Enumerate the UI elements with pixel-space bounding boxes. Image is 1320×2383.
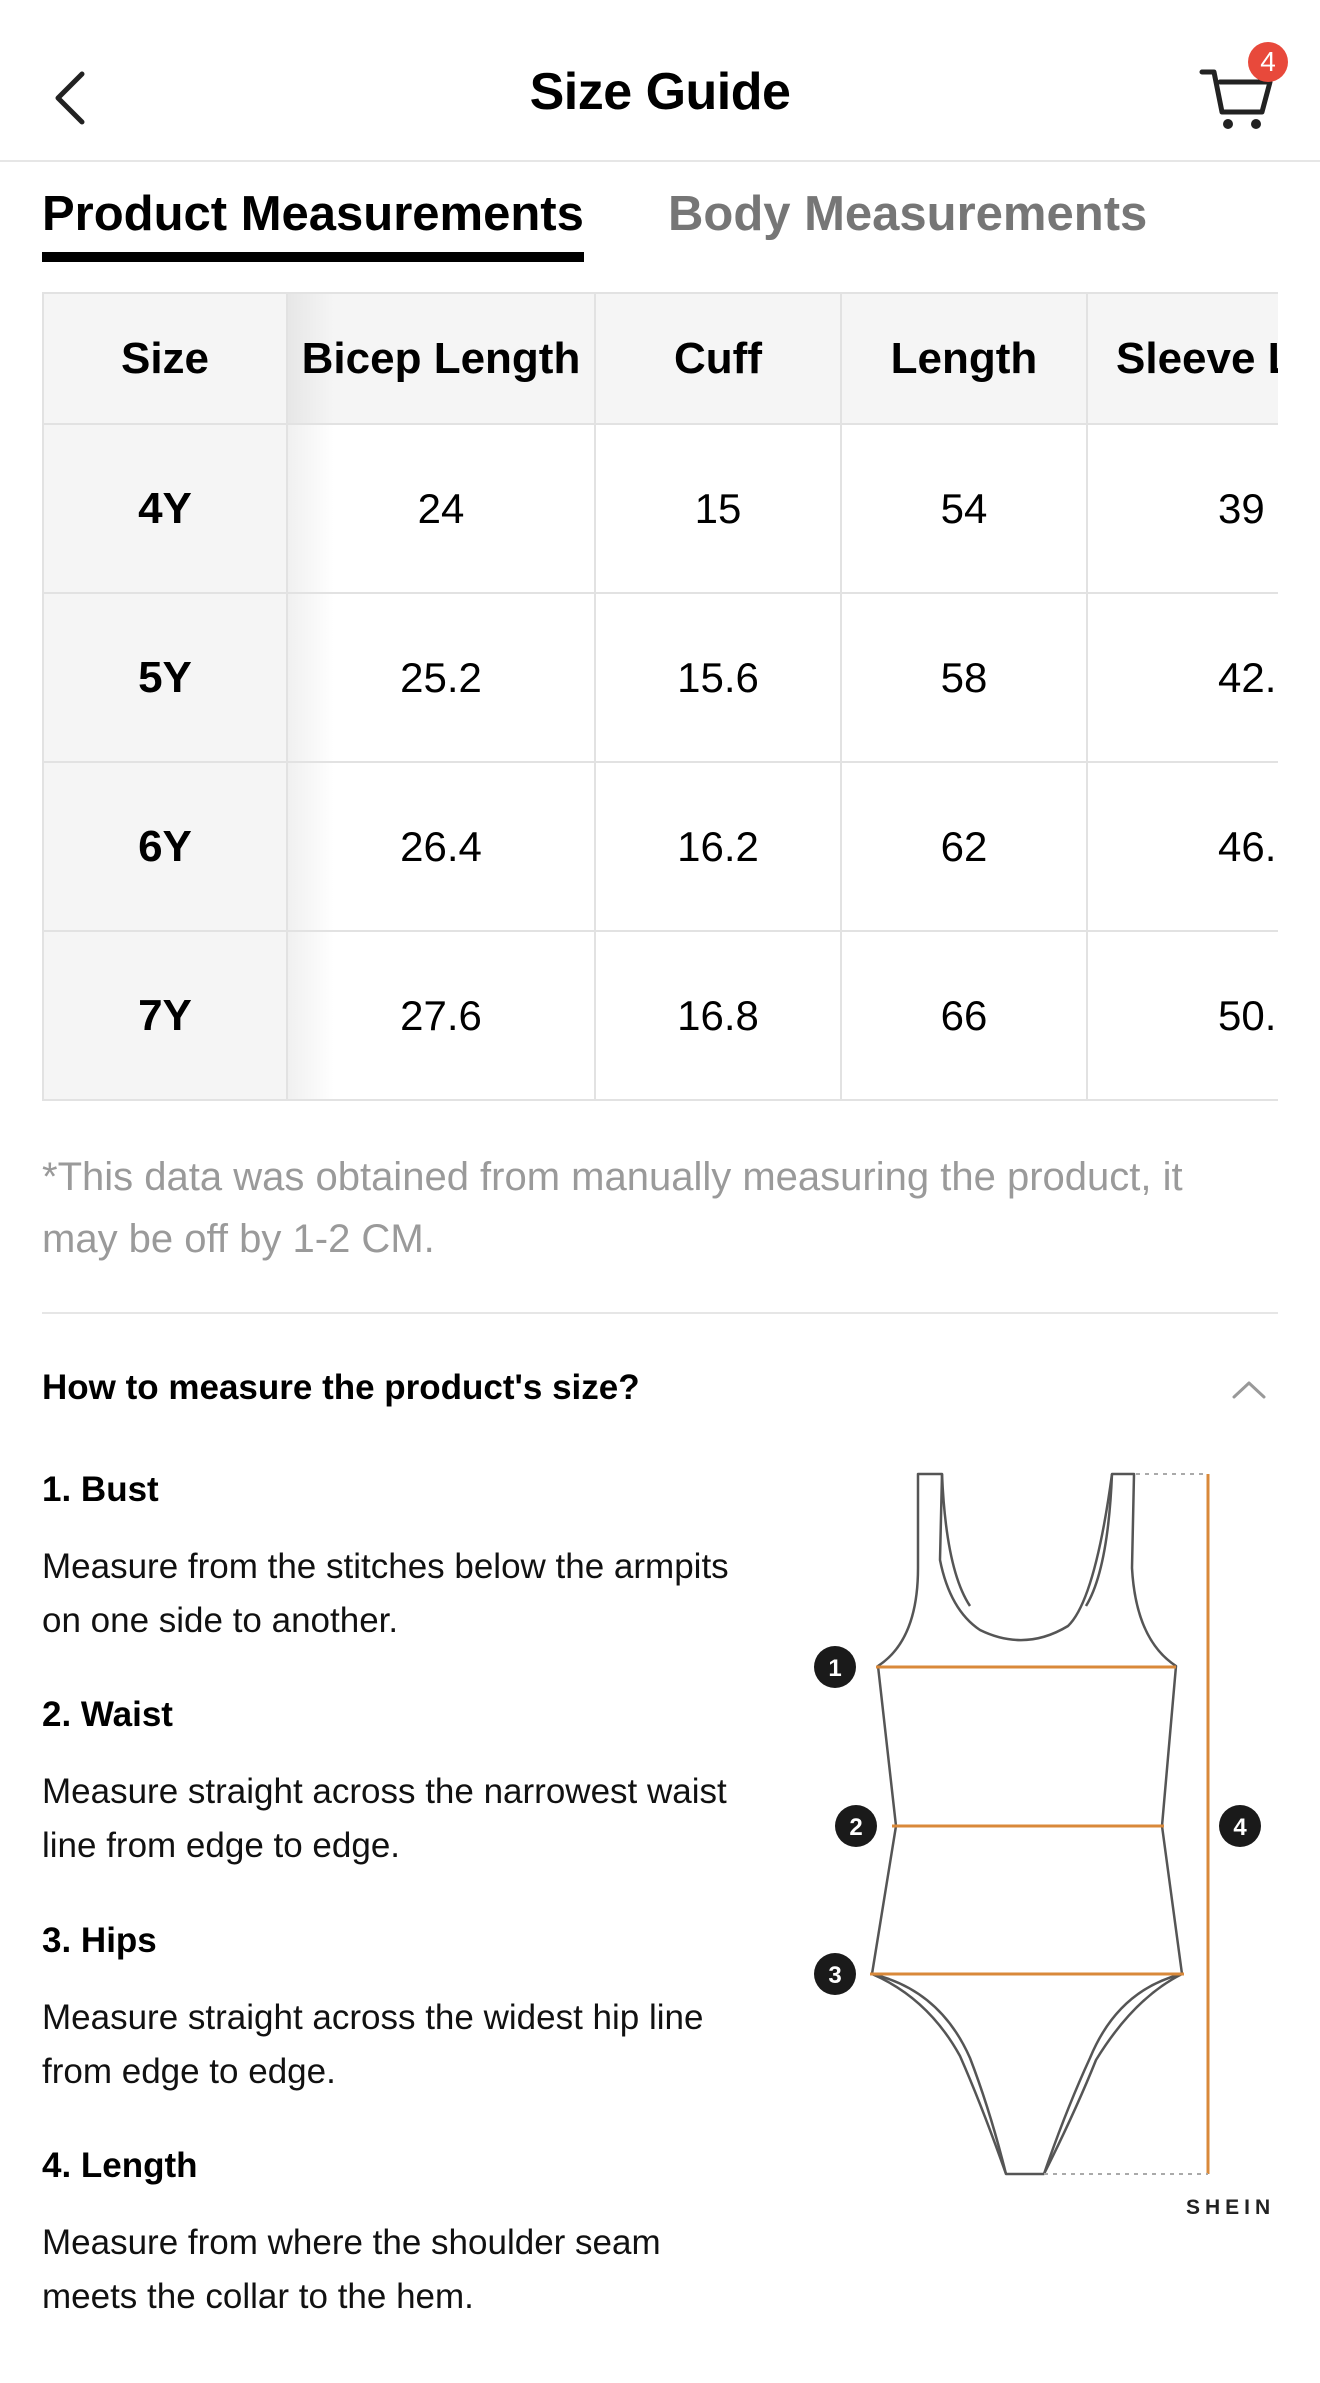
table-cell: 16.2: [594, 761, 842, 932]
header-bicep-length: Bicep Length: [286, 292, 596, 425]
table-row: 5Y 25.2 15.6 58 42.: [42, 592, 1278, 763]
header-sleeve-length: Sleeve L: [1086, 292, 1278, 425]
table-cell: 25.2: [286, 592, 596, 763]
table-cell: 66: [840, 930, 1088, 1101]
bodysuit-outline: [870, 1472, 1184, 2176]
length-guide-dots: [1044, 1473, 1208, 2175]
table-cell: 58: [840, 592, 1088, 763]
tab-body-measurements[interactable]: Body Measurements: [668, 186, 1147, 242]
size-cell: 5Y: [42, 592, 288, 763]
header-size: Size: [42, 292, 288, 425]
step-length-title: 4. Length: [42, 2146, 198, 2185]
cart-count-badge: 4: [1248, 42, 1288, 82]
svg-text:1: 1: [828, 1655, 841, 1682]
bodysuit-measurement-diagram: 1 2 3 4: [814, 1472, 1261, 2176]
svg-text:4: 4: [1233, 1814, 1247, 1841]
table-cell: 46.: [1086, 761, 1278, 932]
table-cell: 39: [1086, 423, 1278, 594]
table-cell: 16.8: [594, 930, 842, 1101]
step-length-desc: Measure from where the shoulder seam mee…: [42, 2223, 661, 2316]
measurement-lines: [870, 1474, 1210, 2174]
table-cell: 62: [840, 761, 1088, 932]
howto-title[interactable]: How to measure the product's size?: [42, 1368, 640, 1408]
step-hips-title: 3. Hips: [42, 1921, 157, 1960]
table-cell: 15: [594, 423, 842, 594]
size-cell: 6Y: [42, 761, 288, 932]
table-cell: 54: [840, 423, 1088, 594]
header-cuff: Cuff: [594, 292, 842, 425]
table-cell: 24: [286, 423, 596, 594]
size-guide-page: Size Guide 4 Product Measurements Body M…: [0, 0, 1320, 2383]
collapse-button[interactable]: [1224, 1364, 1274, 1414]
marker-1: 1: [814, 1646, 856, 1688]
brand-watermark: SHEIN: [1186, 2196, 1276, 2219]
section-divider: [42, 1312, 1278, 1314]
measurement-disclaimer: *This data was obtained from manually me…: [42, 1155, 1183, 1261]
table-header-row: Size Bicep Length Cuff Length Sleeve L: [42, 292, 1278, 425]
table-row: 4Y 24 15 54 39: [42, 423, 1278, 594]
marker-4: 4: [1219, 1805, 1261, 1847]
step-waist-title: 2. Waist: [42, 1695, 173, 1734]
svg-text:3: 3: [828, 1962, 841, 1989]
table-row: 6Y 26.4 16.2 62 46.: [42, 761, 1278, 932]
table-cell: 27.6: [286, 930, 596, 1101]
size-cell: 4Y: [42, 423, 288, 594]
table-cell: 50.: [1086, 930, 1278, 1101]
table-cell: 15.6: [594, 592, 842, 763]
chevron-up-icon: [1232, 1381, 1266, 1399]
table-cell: 26.4: [286, 761, 596, 932]
marker-2: 2: [835, 1805, 877, 1847]
step-hips-desc: Measure straight across the widest hip l…: [42, 1998, 704, 2091]
size-cell: 7Y: [42, 930, 288, 1101]
step-bust-title: 1. Bust: [42, 1470, 159, 1509]
marker-3: 3: [814, 1953, 856, 1995]
page-title: Size Guide: [529, 63, 791, 121]
table-row: 7Y 27.6 16.8 66 50.: [42, 930, 1278, 1101]
tab-product-measurements[interactable]: Product Measurements: [42, 186, 584, 242]
active-tab-indicator: [42, 252, 584, 262]
table-cell: 42.: [1086, 592, 1278, 763]
size-table-scroll[interactable]: Size Bicep Length Cuff Length Sleeve L 4…: [42, 292, 1278, 1102]
size-table: Size Bicep Length Cuff Length Sleeve L 4…: [42, 292, 1278, 1101]
header-bar: Size Guide 4: [0, 0, 1320, 162]
step-bust-desc: Measure from the stitches below the armp…: [42, 1547, 729, 1640]
step-waist-desc: Measure straight across the narrowest wa…: [42, 1772, 727, 1865]
header-length: Length: [840, 292, 1088, 425]
svg-text:2: 2: [849, 1814, 862, 1841]
